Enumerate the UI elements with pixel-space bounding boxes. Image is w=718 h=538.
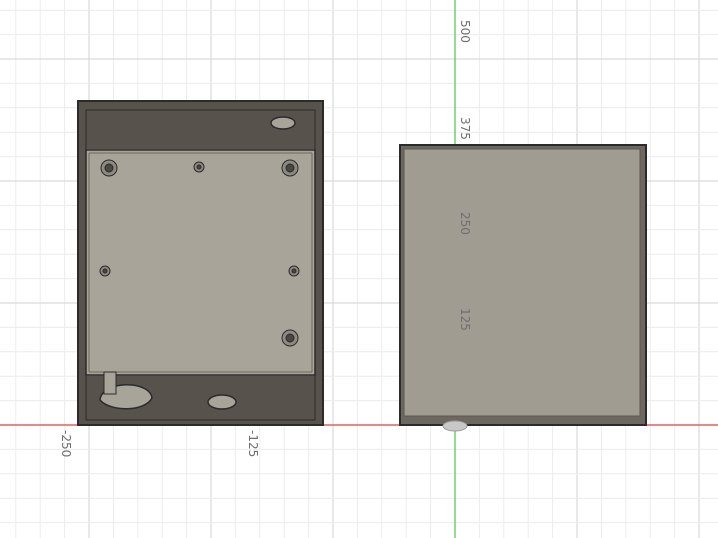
base-top-ledge xyxy=(85,109,316,151)
screw-hole-icon xyxy=(99,265,111,277)
design-canvas[interactable] xyxy=(0,0,718,538)
cable-slot xyxy=(103,371,117,395)
base-floor xyxy=(85,149,316,376)
mounting-hole-top xyxy=(270,116,296,130)
axis-label-y-125: 125 xyxy=(458,308,472,331)
standoff-icon xyxy=(100,159,118,177)
axis-label-y-375: 375 xyxy=(458,117,472,140)
axis-label-x-neg125: -125 xyxy=(246,430,260,458)
standoff-icon xyxy=(281,159,299,177)
enclosure-base[interactable] xyxy=(77,100,324,426)
mounting-hole-bottom xyxy=(207,394,237,410)
enclosure-lid[interactable] xyxy=(399,144,647,432)
origin-marker-icon xyxy=(442,420,468,432)
axis-label-y-250: 250 xyxy=(458,212,472,235)
lid-face xyxy=(403,148,641,417)
axis-label-x-neg250: -250 xyxy=(59,430,73,458)
screw-hole-icon xyxy=(193,161,205,173)
axis-label-y-500: 500 xyxy=(458,20,472,43)
standoff-icon xyxy=(281,329,299,347)
cad-viewport[interactable]: 500 375 250 125 -250 -125 xyxy=(0,0,718,538)
screw-hole-icon xyxy=(288,265,300,277)
